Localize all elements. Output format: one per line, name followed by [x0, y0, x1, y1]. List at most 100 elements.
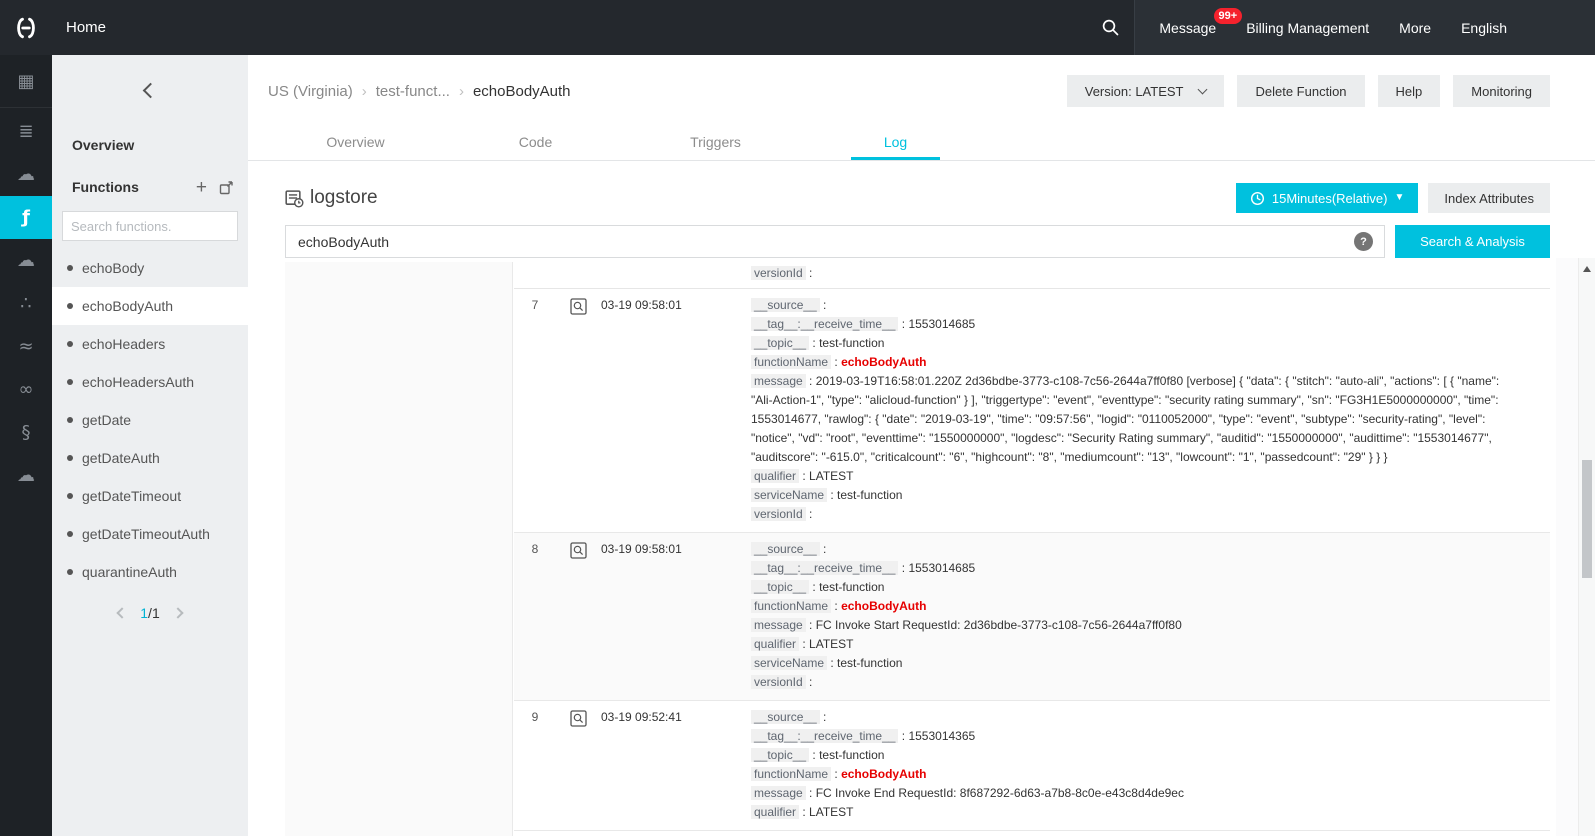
query-help-icon[interactable]: ? [1354, 232, 1373, 251]
log-field: serviceName : test-function [751, 654, 1520, 673]
tab-overview[interactable]: Overview [293, 127, 418, 160]
function-list: echoBody echoBodyAuth echoHeaders echoHe… [52, 249, 248, 591]
product-icon-rail: ▦≣☁ƒ☁∴≈∞§☁ [0, 55, 52, 836]
sidebar-item-echoBodyAuth[interactable]: echoBodyAuth [52, 287, 248, 325]
bullet-icon [67, 531, 73, 537]
sidebar-item-echoBody[interactable]: echoBody [52, 249, 248, 287]
log-field-key: serviceName [751, 656, 827, 670]
sidebar-item-echoHeaders[interactable]: echoHeaders [52, 325, 248, 363]
log-timestamp: 03-19 09:58:01 [601, 296, 751, 524]
version-dropdown[interactable]: Version: LATEST [1067, 75, 1225, 107]
log-field-key: __tag__:__receive_time__ [751, 729, 898, 743]
log-field-key: __tag__:__receive_time__ [751, 561, 898, 575]
network-wave-icon[interactable]: ≈ [0, 325, 52, 368]
monitoring-button[interactable]: Monitoring [1453, 75, 1550, 107]
expand-panel-icon[interactable] [219, 180, 234, 195]
log-field-key: __topic__ [751, 748, 809, 762]
time-range-dropdown[interactable]: 15Minutes(Relative) ▼ [1236, 183, 1419, 213]
search-functions-input[interactable] [62, 211, 238, 241]
storage-cloud-icon[interactable]: ☁ [0, 153, 52, 196]
log-field-key: __topic__ [751, 580, 809, 594]
tab-code[interactable]: Code [473, 127, 598, 160]
next-page-icon[interactable] [172, 607, 183, 618]
collapse-sidebar-button[interactable] [52, 55, 248, 125]
index-attributes-button[interactable]: Index Attributes [1428, 183, 1550, 213]
breadcrumb: US (Virginia) › test-funct... › echoBody… [268, 83, 571, 100]
sidebar-item-quarantineAuth[interactable]: quarantineAuth [52, 553, 248, 591]
log-fields: __source__ : __tag__:__receive_time__ : … [751, 296, 1550, 524]
bullet-icon [67, 417, 73, 423]
log-field: __source__ : [751, 296, 1520, 315]
billing-management-menu[interactable]: Billing Management [1246, 20, 1369, 36]
log-field-value: 2019-03-19T16:58:01.220Z 2d36bdbe-3773-c… [751, 374, 1499, 464]
log-field-value: echoBodyAuth [841, 767, 926, 781]
log-fields: __source__ : __tag__:__receive_time__ : … [751, 540, 1550, 692]
cluster-icon[interactable]: ∴ [0, 282, 52, 325]
view-log-detail-icon[interactable] [570, 298, 587, 315]
log-field: __tag__:__receive_time__ : 1553014685 [751, 315, 1520, 334]
sidebar-item-getDateTimeoutAuth[interactable]: getDateTimeoutAuth [52, 515, 248, 553]
server-icon[interactable]: ≣ [0, 110, 52, 153]
sidebar-item-overview[interactable]: Overview [52, 125, 248, 165]
log-field-value: 1553014685 [908, 317, 975, 331]
scroll-gap [1556, 258, 1578, 836]
tab-triggers[interactable]: Triggers [653, 127, 778, 160]
log-row: 7 03-19 09:58:01 __source__ : __tag__:__… [514, 289, 1550, 533]
help-button[interactable]: Help [1378, 75, 1441, 107]
alibaba-cloud-logo-icon[interactable] [0, 0, 52, 55]
delete-function-button[interactable]: Delete Function [1237, 75, 1364, 107]
sidebar-item-getDate[interactable]: getDate [52, 401, 248, 439]
scroll-up-arrow-icon[interactable] [1583, 266, 1591, 272]
chevron-left-icon [142, 82, 158, 98]
tab-log[interactable]: Log [833, 127, 958, 160]
sidebar-item-functions[interactable]: Functions + [52, 167, 248, 207]
sidebar-item-getDateAuth[interactable]: getDateAuth [52, 439, 248, 477]
oss-cloud-icon[interactable]: ☁ [0, 239, 52, 282]
more-menu[interactable]: More [1399, 20, 1431, 36]
chevron-right-icon: › [459, 83, 464, 100]
vertical-scrollbar[interactable] [1578, 258, 1595, 836]
log-field-value: FC Invoke End RequestId: 8f687292-6d63-a… [816, 786, 1184, 800]
log-field: __source__ : [751, 540, 1520, 559]
cdn-cloud-icon[interactable]: ∞ [0, 368, 52, 411]
log-field: functionName : echoBodyAuth [751, 597, 1520, 616]
log-field-key: message [751, 618, 806, 632]
log-row-number: 7 [514, 296, 556, 524]
top-navigation-bar: Home Message 99+ Billing Management More… [0, 0, 1595, 55]
bullet-icon [67, 265, 73, 271]
page-indicator: 1/1 [140, 605, 159, 621]
log-row: 8 03-19 09:58:01 __source__ : __tag__:__… [514, 533, 1550, 701]
breadcrumb-region[interactable]: US (Virginia) [268, 83, 353, 100]
sidebar-item-getDateTimeout[interactable]: getDateTimeout [52, 477, 248, 515]
log-results-panel: versionId : 7 03-19 09:58:01 __source__ … [285, 258, 1550, 836]
log-field-key: versionId [751, 675, 806, 689]
log-field-value: LATEST [809, 805, 853, 819]
function-compute-icon[interactable]: ƒ [0, 196, 52, 239]
scrollbar-thumb[interactable] [1582, 460, 1592, 578]
log-field-value: 1553014685 [908, 561, 975, 575]
view-log-detail-icon[interactable] [570, 710, 587, 727]
sidebar-item-echoHeadersAuth[interactable]: echoHeadersAuth [52, 363, 248, 401]
log-field: functionName : echoBodyAuth [751, 765, 1520, 784]
language-menu[interactable]: English [1461, 20, 1507, 36]
log-field-key: serviceName [751, 488, 827, 502]
search-icon[interactable] [1086, 0, 1134, 55]
breadcrumb-service[interactable]: test-funct... [376, 83, 450, 100]
previous-page-icon[interactable] [117, 607, 128, 618]
log-field-key: __source__ [751, 710, 820, 724]
home-link[interactable]: Home [66, 19, 106, 36]
log-field: functionName : echoBodyAuth [751, 353, 1520, 372]
apps-grid-icon[interactable]: ▦ [0, 55, 52, 108]
log-timestamp: 03-19 09:52:41 [601, 708, 751, 822]
cloud-filled-icon[interactable]: ☁ [0, 454, 52, 497]
vpn-icon[interactable]: § [0, 411, 52, 454]
log-query-input[interactable] [285, 225, 1385, 258]
log-field-key: functionName [751, 355, 831, 369]
log-field-key: message [751, 374, 806, 388]
log-field-value: test-function [819, 748, 884, 762]
create-function-icon[interactable]: + [196, 178, 207, 197]
bullet-icon [67, 493, 73, 499]
search-analysis-button[interactable]: Search & Analysis [1395, 225, 1550, 258]
view-log-detail-icon[interactable] [570, 542, 587, 559]
message-menu[interactable]: Message 99+ [1159, 20, 1216, 36]
